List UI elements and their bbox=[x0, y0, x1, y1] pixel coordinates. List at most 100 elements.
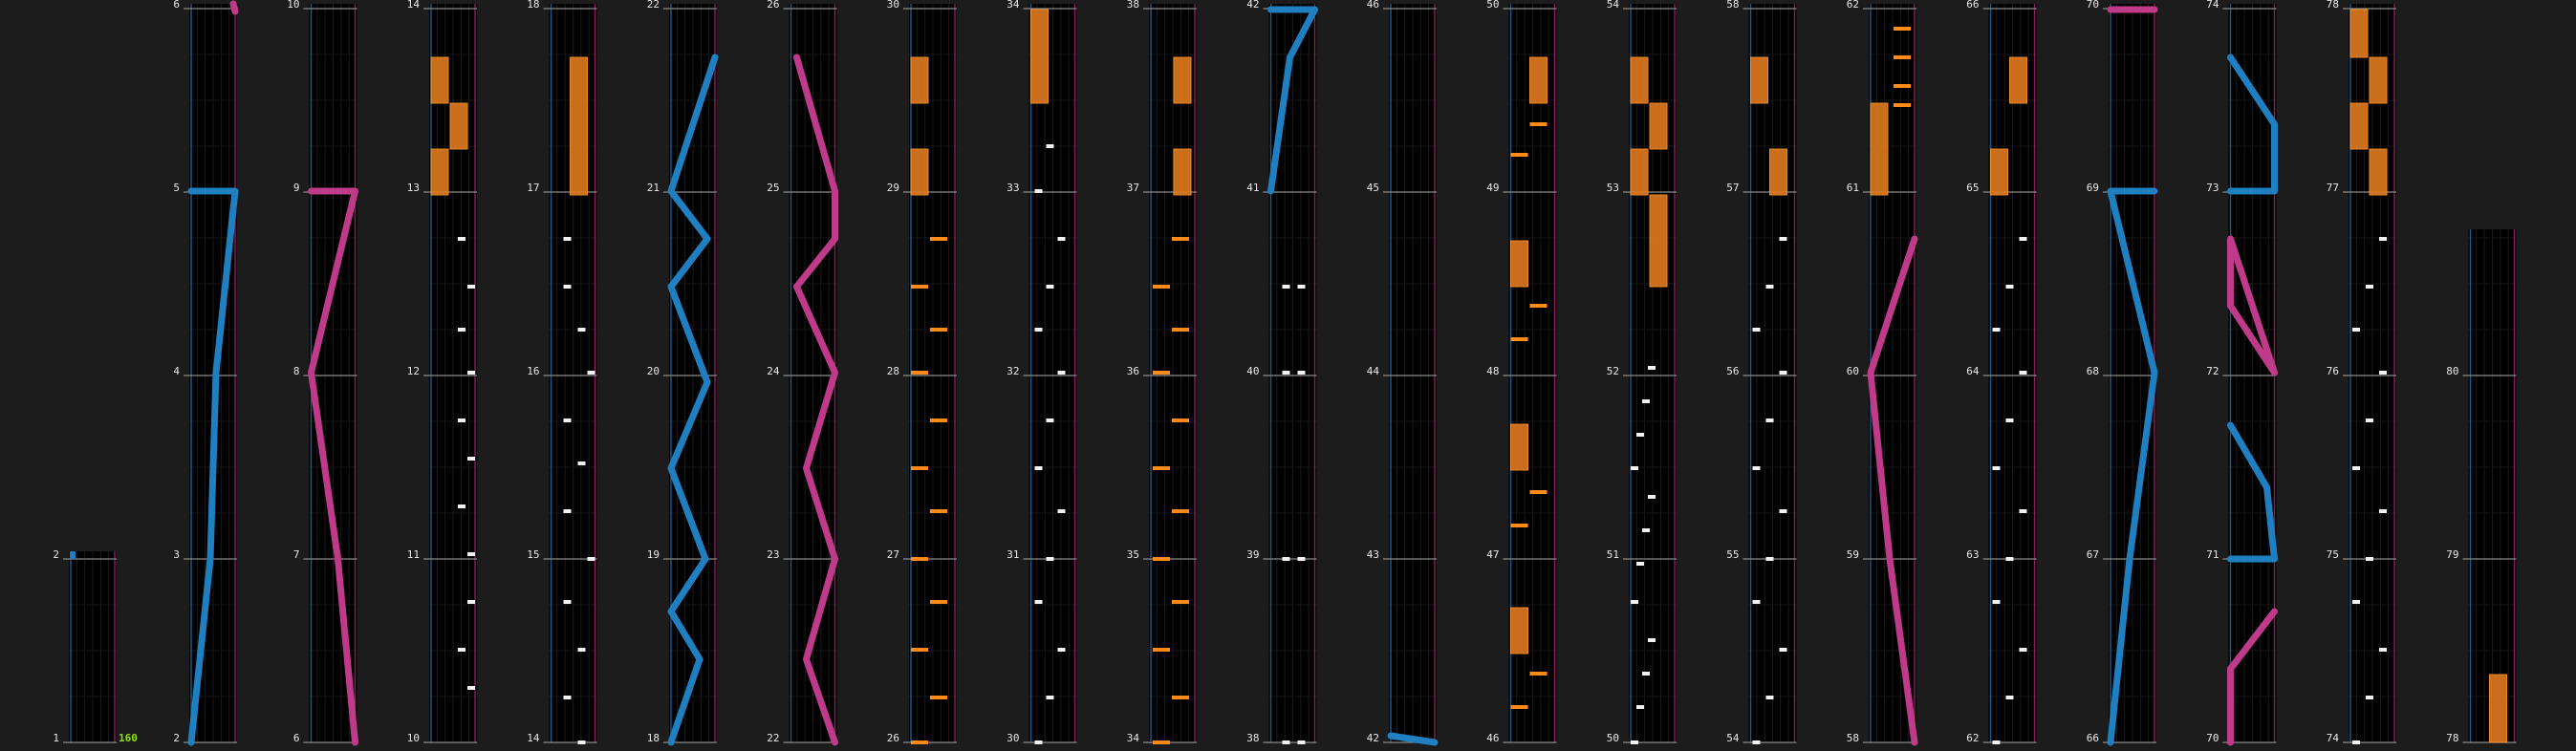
measure-number: 30 bbox=[887, 0, 899, 11]
measure-number: 42 bbox=[1367, 732, 1379, 744]
measure-number: 13 bbox=[407, 182, 420, 194]
bt-chip bbox=[458, 237, 465, 241]
bt-chip bbox=[1642, 399, 1650, 403]
measure-number: 36 bbox=[1127, 365, 1139, 377]
bt-chip bbox=[563, 509, 572, 513]
bt-chip bbox=[1034, 328, 1043, 332]
fx-chip bbox=[1172, 418, 1189, 422]
fx-chip bbox=[930, 600, 947, 604]
bt-chip bbox=[587, 557, 595, 561]
bt-chip bbox=[577, 648, 586, 652]
bt-chip bbox=[2366, 418, 2373, 422]
bt-chip bbox=[1034, 740, 1043, 744]
measure-number: 3 bbox=[173, 548, 180, 561]
bt-chip bbox=[563, 696, 572, 699]
bt-chip bbox=[2005, 557, 2014, 561]
measure-number: 40 bbox=[1246, 365, 1259, 377]
bt-chip bbox=[2352, 466, 2360, 470]
bt-chip bbox=[1752, 466, 1761, 470]
fx-chip bbox=[1510, 524, 1528, 527]
fx-chip bbox=[1172, 696, 1189, 699]
bt-chip bbox=[1648, 366, 1656, 370]
fx-hold bbox=[1173, 56, 1192, 104]
bt-chip bbox=[1992, 466, 2001, 470]
measure-number: 6 bbox=[293, 732, 300, 744]
fx-chip bbox=[911, 648, 928, 652]
measure-number: 65 bbox=[1966, 182, 1979, 194]
measure-number: 37 bbox=[1127, 182, 1139, 194]
measure-number: 26 bbox=[887, 732, 899, 744]
fx-hold bbox=[430, 148, 449, 196]
fx-chip bbox=[1894, 103, 1911, 107]
bt-chip bbox=[577, 461, 586, 465]
measure-number: 74 bbox=[2327, 732, 2340, 744]
bt-chip bbox=[1297, 557, 1306, 561]
notes-layer bbox=[430, 9, 2507, 744]
fx-chip bbox=[1529, 672, 1548, 676]
measure-number: 35 bbox=[1127, 548, 1139, 561]
labels-layer: 12160 23456678910101112131414151617181819… bbox=[53, 0, 2458, 744]
measure-number: 22 bbox=[767, 732, 779, 744]
fx-chip bbox=[1172, 600, 1189, 604]
measure-number: 62 bbox=[1966, 732, 1979, 744]
measure-number: 16 bbox=[527, 365, 539, 377]
fx-hold bbox=[1649, 194, 1668, 288]
measure-number: 27 bbox=[887, 548, 899, 561]
bt-chip bbox=[563, 600, 572, 604]
measure-number: 58 bbox=[1726, 0, 1739, 11]
bt-chip bbox=[1992, 328, 2001, 332]
fx-chip bbox=[1153, 466, 1170, 470]
measure-number: 78 bbox=[2327, 0, 2339, 11]
bt-chip bbox=[1779, 648, 1787, 652]
chart-view: 12160 23456678910101112131414151617181819… bbox=[53, 0, 2517, 746]
fx-hold bbox=[1990, 148, 2008, 196]
measure-number: 20 bbox=[647, 365, 660, 377]
measure-number: 39 bbox=[1246, 548, 1259, 561]
measure-number: 71 bbox=[2206, 548, 2219, 561]
measure-number: 11 bbox=[407, 548, 420, 561]
measure-number: 50 bbox=[1607, 732, 1619, 744]
bt-chip bbox=[2019, 371, 2027, 375]
measure-number: 69 bbox=[2087, 182, 2099, 194]
fx-chip bbox=[1153, 648, 1170, 652]
bt-chip bbox=[1648, 495, 1656, 499]
bt-chip bbox=[1779, 237, 1787, 241]
bt-chip bbox=[2379, 648, 2387, 652]
fx-chip bbox=[1172, 237, 1189, 241]
bt-chip bbox=[1282, 740, 1290, 744]
measure-number: 64 bbox=[1966, 365, 1980, 377]
fx-hold bbox=[2009, 56, 2027, 104]
fx-chip bbox=[1172, 509, 1189, 513]
bt-chip bbox=[467, 552, 475, 556]
bt-chip bbox=[1046, 418, 1054, 422]
fx-hold bbox=[2369, 148, 2388, 196]
measure-number: 46 bbox=[1486, 732, 1499, 744]
fx-chip bbox=[930, 328, 947, 332]
laser-right bbox=[229, 0, 239, 15]
bt-chip bbox=[1779, 509, 1787, 513]
bt-chip bbox=[2019, 509, 2027, 513]
fx-hold bbox=[1030, 9, 1049, 104]
measure-number: 49 bbox=[1486, 182, 1499, 194]
bt-chip bbox=[1779, 371, 1787, 375]
bt-chip bbox=[577, 740, 586, 744]
laser-start bbox=[70, 551, 76, 559]
bt-chip bbox=[467, 686, 475, 690]
bt-chip bbox=[2366, 696, 2373, 699]
measure-number: 23 bbox=[767, 548, 779, 561]
fx-chip bbox=[911, 740, 928, 744]
bt-chip bbox=[1046, 696, 1054, 699]
bt-chip bbox=[2019, 237, 2027, 241]
bt-chip bbox=[1992, 600, 2001, 604]
bt-chip bbox=[1992, 740, 2001, 744]
bt-chip bbox=[1765, 285, 1774, 289]
fx-chip bbox=[930, 696, 947, 699]
fx-hold bbox=[2369, 56, 2388, 104]
fx-hold bbox=[910, 148, 929, 196]
bt-chip bbox=[2005, 418, 2014, 422]
fx-chip bbox=[1153, 285, 1170, 289]
bt-chip bbox=[1636, 562, 1644, 566]
fx-hold bbox=[1870, 102, 1889, 196]
fx-hold bbox=[1529, 56, 1548, 104]
bpm-label: 160 bbox=[119, 732, 138, 744]
